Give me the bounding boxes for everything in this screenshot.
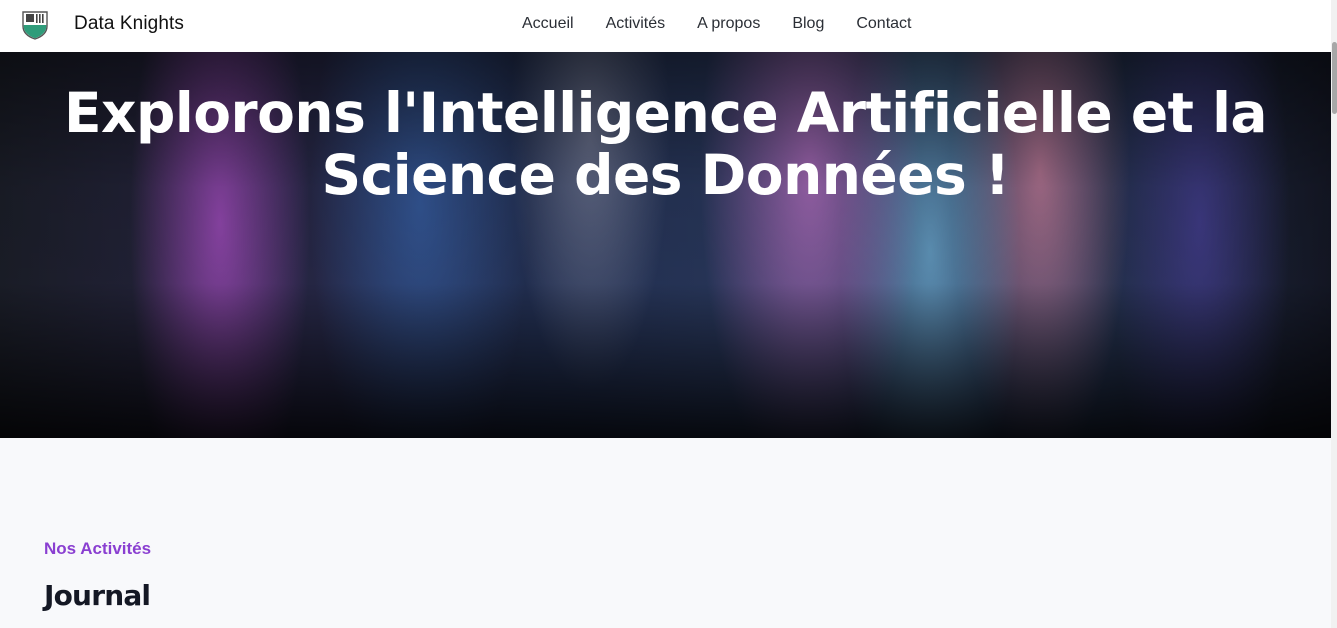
nav-link-accueil[interactable]: Accueil (522, 15, 574, 33)
activities-heading: Journal (44, 579, 151, 612)
nav-link-contact[interactable]: Contact (856, 15, 911, 33)
brand-name[interactable]: Data Knights (74, 13, 184, 35)
main-nav: Accueil Activités A propos Blog Contact (522, 15, 911, 33)
activities-eyebrow: Nos Activités (44, 539, 152, 558)
nav-link-a-propos[interactable]: A propos (697, 15, 760, 33)
hero-banner: Explorons l'Intelligence Artificielle et… (0, 52, 1331, 438)
hero-title: Explorons l'Intelligence Artificielle et… (63, 81, 1268, 207)
top-navbar: Data Knights Accueil Activités A propos … (0, 0, 1331, 52)
nav-link-activites[interactable]: Activités (606, 15, 666, 33)
nav-link-blog[interactable]: Blog (792, 15, 824, 33)
shield-logo-icon[interactable] (20, 10, 50, 40)
scrollbar-thumb[interactable] (1332, 42, 1337, 114)
